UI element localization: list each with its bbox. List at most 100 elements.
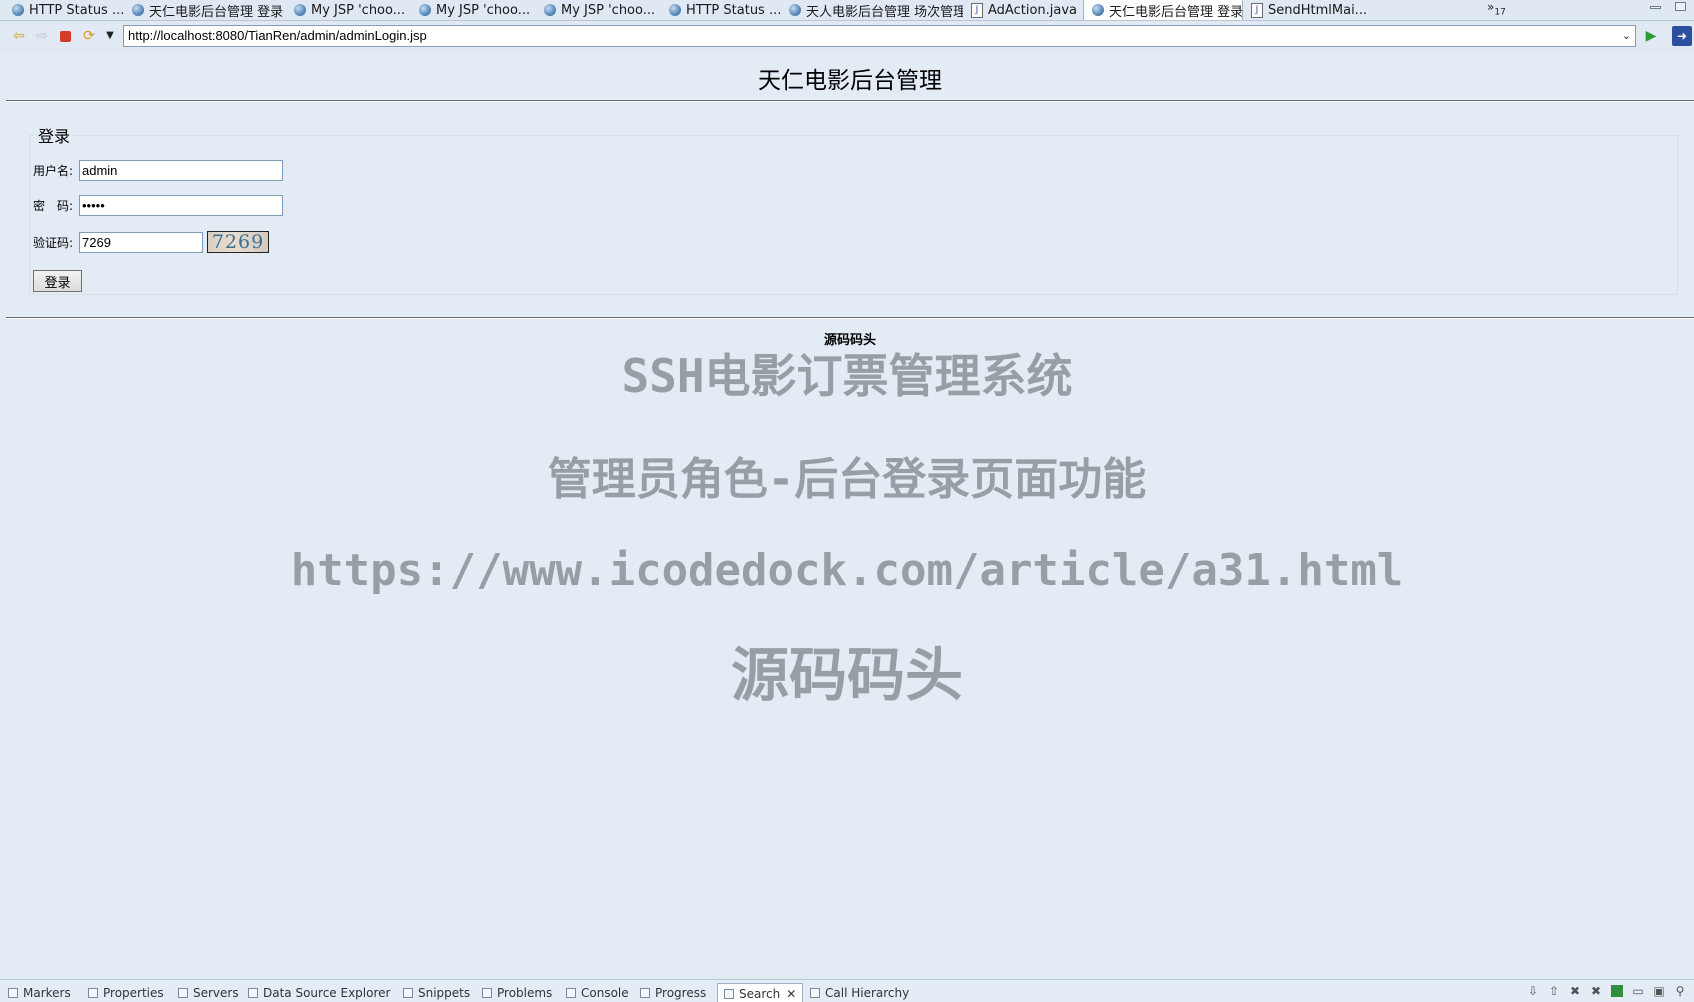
- view-tab-servers[interactable]: Servers: [178, 986, 239, 1000]
- call-hierarchy-icon: [810, 988, 820, 998]
- url-bar[interactable]: http://localhost:8080/TianRen/admin/admi…: [123, 25, 1636, 47]
- remove-icon[interactable]: ✖: [1569, 985, 1581, 997]
- globe-icon: [789, 4, 801, 16]
- external-browser-icon[interactable]: ➜: [1672, 26, 1692, 46]
- tab-label: My JSP 'choo...: [436, 2, 531, 18]
- watermark-line-4: 源码码头: [730, 641, 963, 709]
- forward-arrow-icon[interactable]: ⇨: [33, 27, 51, 45]
- go-arrow-icon[interactable]: ▶: [1642, 27, 1660, 45]
- maximize-icon[interactable]: [1675, 2, 1686, 11]
- progress-icon: [640, 988, 650, 998]
- java-file-icon: J: [1251, 2, 1263, 18]
- bottom-view-tabs: Markers Properties Servers Data Source E…: [0, 979, 1694, 1002]
- globe-icon: [419, 4, 431, 16]
- tab-label: 天仁电影后台管理 登录: [1109, 4, 1243, 20]
- view-tab-label: Progress: [655, 986, 707, 1000]
- view-tab-label: Problems: [497, 986, 553, 1000]
- watermark-line-3: https://www.icodedock.com/article/a31.ht…: [290, 545, 1404, 596]
- back-arrow-icon[interactable]: ⇦: [10, 27, 28, 45]
- tab-session-management[interactable]: 天人电影后台管理 场次管理: [781, 0, 963, 20]
- tab-overflow-indicator[interactable]: »17: [1487, 0, 1506, 17]
- arrow-down-icon[interactable]: ⇩: [1527, 985, 1539, 997]
- view-tab-label: Snippets: [418, 986, 471, 1000]
- url-text: http://localhost:8080/TianRen/admin/admi…: [128, 28, 427, 43]
- arrow-up-icon[interactable]: ⇧: [1548, 985, 1560, 997]
- view-tab-snippets[interactable]: Snippets: [403, 986, 470, 1000]
- markers-icon: [8, 988, 18, 998]
- view-tab-call-hierarchy[interactable]: Call Hierarchy: [810, 986, 909, 1000]
- minimize-view-icon[interactable]: ▭: [1632, 985, 1644, 997]
- view-tab-properties[interactable]: Properties: [88, 986, 164, 1000]
- login-button[interactable]: 登录: [33, 270, 82, 292]
- globe-icon: [294, 4, 306, 16]
- servers-icon: [178, 988, 188, 998]
- login-legend: 登录: [38, 127, 71, 146]
- tab-label: SendHtmlMai...: [1268, 2, 1368, 18]
- captcha-image[interactable]: 7269: [207, 231, 269, 253]
- username-input[interactable]: [79, 160, 283, 181]
- divider-bottom: [6, 317, 1694, 319]
- captcha-label: 验证码:: [33, 235, 74, 250]
- view-tab-problems[interactable]: Problems: [482, 986, 552, 1000]
- maximize-view-icon[interactable]: ▣: [1653, 985, 1665, 997]
- tab-sendhtmlmail[interactable]: J SendHtmlMai...: [1243, 0, 1371, 20]
- view-toolbar: ⇩ ⇧ ✖ ✖ ▭ ▣ ⚲: [1527, 985, 1686, 997]
- minimize-icon[interactable]: [1650, 6, 1661, 9]
- password-row: 密 码:: [33, 195, 283, 216]
- console-icon: [566, 988, 576, 998]
- view-tab-search[interactable]: Search ✕: [717, 983, 804, 1002]
- tab-label: HTTP Status ...: [686, 2, 781, 18]
- tab-admin-login-1[interactable]: 天仁电影后台管理 登录: [124, 0, 286, 20]
- remove-all-icon[interactable]: ✖: [1590, 985, 1602, 997]
- tab-label: 天人电影后台管理 场次管理: [806, 4, 963, 20]
- properties-icon: [88, 988, 98, 998]
- tab-overflow-count: 17: [1494, 7, 1506, 18]
- tab-http-status-2[interactable]: HTTP Status ...: [661, 0, 781, 20]
- watermark-line-1: SSH电影订票管理系统: [621, 349, 1073, 403]
- view-tab-label: Console: [581, 986, 629, 1000]
- tab-my-jsp-3[interactable]: My JSP 'choo...: [536, 0, 661, 20]
- tab-adaction-java[interactable]: J AdAction.java: [963, 0, 1083, 20]
- pin-icon[interactable]: ⚲: [1674, 985, 1686, 997]
- divider-top: [6, 100, 1694, 102]
- terminate-icon[interactable]: [1611, 985, 1623, 997]
- tab-label: HTTP Status ...: [29, 2, 124, 18]
- search-icon: [724, 989, 734, 999]
- refresh-icon[interactable]: ⟳: [80, 27, 98, 45]
- view-tab-console[interactable]: Console: [566, 986, 629, 1000]
- tab-http-status-1[interactable]: HTTP Status ...: [4, 0, 124, 20]
- close-icon[interactable]: ✕: [786, 987, 796, 1001]
- globe-icon: [669, 4, 681, 16]
- window-controls: [1650, 0, 1686, 14]
- view-tab-label: Call Hierarchy: [825, 986, 910, 1000]
- tab-my-jsp-1[interactable]: My JSP 'choo...: [286, 0, 411, 20]
- stop-icon[interactable]: [56, 27, 74, 45]
- data-source-icon: [248, 988, 258, 998]
- view-tab-progress[interactable]: Progress: [640, 986, 706, 1000]
- tab-label: My JSP 'choo...: [311, 2, 406, 18]
- chevron-down-icon[interactable]: ⌄: [1622, 26, 1631, 46]
- login-fieldset: 登录 用户名: 密 码: 验证码: 7269 登录: [29, 123, 1678, 295]
- globe-icon: [1092, 4, 1104, 16]
- password-input[interactable]: [79, 195, 283, 216]
- tab-admin-login-active[interactable]: 天仁电影后台管理 登录 ✕: [1083, 0, 1243, 20]
- view-tab-label: Markers: [23, 986, 71, 1000]
- view-tab-label: Data Source Explorer: [263, 986, 391, 1000]
- tab-label: 天仁电影后台管理 登录: [149, 4, 284, 20]
- captcha-input[interactable]: [79, 231, 203, 253]
- captcha-row: 验证码: 7269: [33, 231, 269, 253]
- tab-label: My JSP 'choo...: [561, 2, 656, 18]
- editor-tab-bar: HTTP Status ... 天仁电影后台管理 登录 My JSP 'choo…: [0, 0, 1694, 21]
- view-tab-label: Search: [739, 987, 781, 1001]
- chevron-down-icon[interactable]: ▼: [101, 27, 119, 45]
- password-label: 密 码:: [33, 199, 74, 213]
- browser-page: 天仁电影后台管理 登录 用户名: 密 码: 验证码: 7269 登录 源码码头: [6, 51, 1694, 979]
- username-label: 用户名:: [33, 164, 74, 178]
- watermark-line-2: 管理员角色-后台登录页面功能: [547, 454, 1147, 505]
- view-tab-label: Properties: [103, 986, 164, 1000]
- view-tab-markers[interactable]: Markers: [8, 986, 71, 1000]
- view-tab-data-source-explorer[interactable]: Data Source Explorer: [248, 986, 390, 1000]
- view-tab-label: Servers: [193, 986, 239, 1000]
- globe-icon: [12, 4, 24, 16]
- tab-my-jsp-2[interactable]: My JSP 'choo...: [411, 0, 536, 20]
